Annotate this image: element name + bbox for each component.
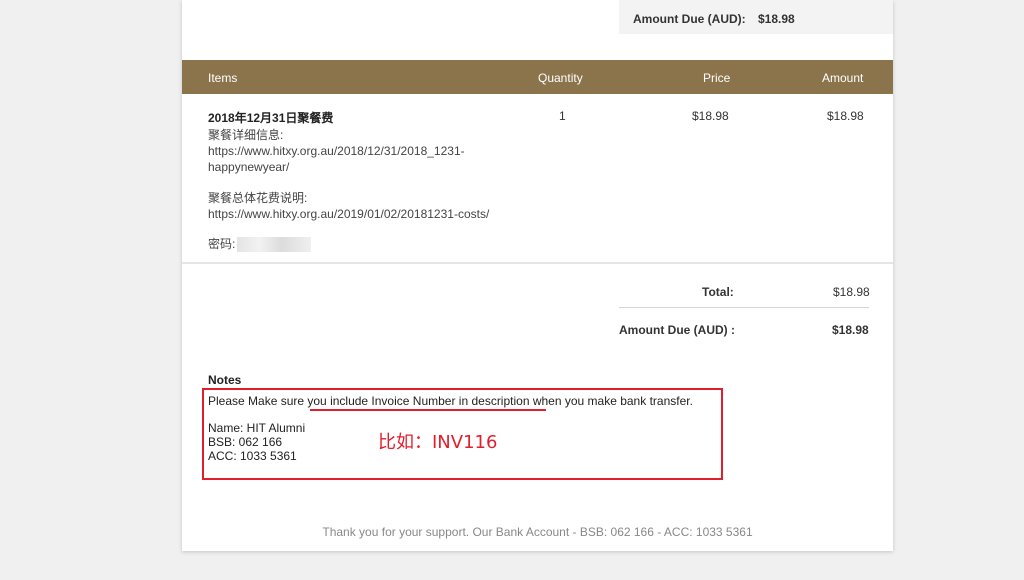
amount-due-label: Amount Due (AUD) : <box>619 323 735 337</box>
line-item-row: 2018年12月31日聚餐费 聚餐详细信息: https://www.hitxy… <box>182 94 893 262</box>
total-value: $18.98 <box>833 285 870 299</box>
column-header-price: Price <box>703 71 731 85</box>
blurred-password <box>237 237 312 253</box>
line-item-title: 2018年12月31日聚餐费 <box>208 111 334 125</box>
notes-title: Notes <box>208 373 242 387</box>
amount-due-top-label: Amount Due (AUD): <box>633 12 746 26</box>
line-item-desc-label-2: 聚餐总体花费说明: <box>208 191 308 205</box>
line-item-link-1b: happynewyear/ <box>208 160 290 174</box>
password-label: 密码: <box>208 237 236 251</box>
amount-due-top-value: $18.98 <box>758 12 795 26</box>
annotation-underline <box>310 409 546 411</box>
line-item-quantity: 1 <box>559 109 566 123</box>
line-item-amount: $18.98 <box>827 109 864 123</box>
password-line: 密码: <box>208 236 312 253</box>
notes-bsb: BSB: 062 166 <box>208 435 283 449</box>
column-header-amount: Amount <box>822 71 864 85</box>
line-item-link-1a: https://www.hitxy.org.au/2018/12/31/2018… <box>208 144 465 158</box>
handwritten-annotation: 比如：INV116 <box>378 432 498 453</box>
notes-account-name: Name: HIT Alumni <box>208 421 306 435</box>
invoice-page: Amount Due (AUD): $18.98 Items Quantity … <box>182 0 893 551</box>
amount-due-summary: Amount Due (AUD): $18.98 <box>619 0 893 34</box>
line-item-link-2: https://www.hitxy.org.au/2019/01/02/2018… <box>208 207 490 221</box>
column-header-quantity: Quantity <box>538 71 583 85</box>
amount-due-value: $18.98 <box>832 323 869 337</box>
total-label: Total: <box>702 285 734 299</box>
line-item-desc-label-1: 聚餐详细信息: <box>208 128 284 142</box>
notes-acc: ACC: 1033 5361 <box>208 449 297 463</box>
table-divider <box>182 262 893 264</box>
column-header-items: Items <box>208 71 238 85</box>
items-table-header: Items Quantity Price Amount <box>182 60 893 94</box>
notes-instruction: Please Make sure you include Invoice Num… <box>208 394 693 408</box>
footer-text: Thank you for your support. Our Bank Acc… <box>322 525 753 539</box>
totals-divider <box>619 307 869 308</box>
line-item-price: $18.98 <box>692 109 729 123</box>
